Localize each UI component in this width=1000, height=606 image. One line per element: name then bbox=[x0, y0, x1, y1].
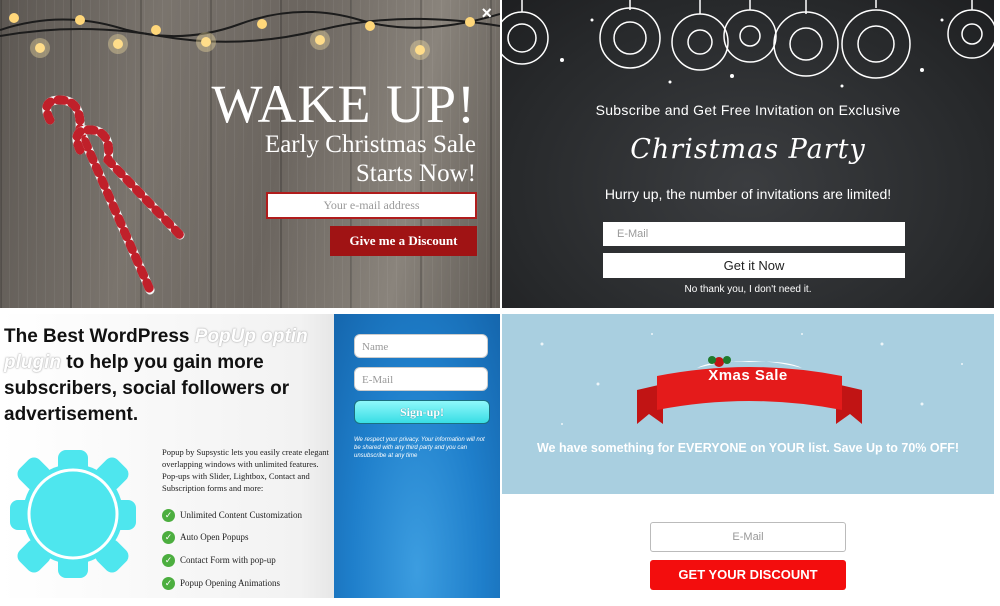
candy-cane-decoration bbox=[42, 95, 185, 295]
email-field[interactable]: E-Mail bbox=[603, 222, 905, 246]
signup-button[interactable]: Sign-up! bbox=[354, 400, 490, 424]
name-field[interactable]: Name bbox=[354, 334, 488, 358]
party-headline: Christmas Party bbox=[630, 134, 866, 165]
popup-supsystic: The Best WordPress PopUp optin plugin to… bbox=[0, 314, 500, 598]
invite-line: Subscribe and Get Free Invitation on Exc… bbox=[595, 102, 901, 118]
ornaments-decoration bbox=[502, 0, 994, 88]
feature-label: Auto Open Popups bbox=[180, 532, 249, 542]
feature-label: Contact Form with pop-up bbox=[180, 555, 276, 565]
feature-item: ✓ Auto Open Popups bbox=[162, 530, 249, 545]
feature-label: Unlimited Content Customization bbox=[180, 510, 302, 520]
signup-sidebar: Name E-Mail Sign-up! We respect your pri… bbox=[334, 314, 500, 598]
check-icon: ✓ bbox=[162, 509, 175, 523]
email-field[interactable]: E-Mail bbox=[354, 367, 488, 391]
gear-icon bbox=[10, 450, 136, 578]
string-lights-decoration bbox=[0, 10, 500, 60]
get-it-now-button[interactable]: Get it Now bbox=[603, 253, 905, 278]
heading-text: The Best WordPress bbox=[4, 326, 195, 347]
popup-wake-up: × WAKE UP! Early Christmas Sale Starts N… bbox=[0, 0, 500, 308]
sale-message: We have something for EVERYONE on YOUR l… bbox=[536, 441, 960, 455]
ribbon-banner bbox=[637, 356, 862, 424]
email-field[interactable]: Your e-mail address bbox=[266, 192, 477, 219]
popup-banner: Xmas Sale We have something for EVERYONE… bbox=[502, 314, 994, 494]
feature-item: ✓ Popup Opening Animations bbox=[162, 576, 281, 591]
check-icon: ✓ bbox=[162, 531, 175, 545]
discount-button[interactable]: Give me a Discount bbox=[330, 226, 477, 256]
check-icon: ✓ bbox=[162, 554, 175, 568]
limited-line: Hurry up, the number of invitations are … bbox=[604, 186, 892, 202]
email-field[interactable]: E-Mail bbox=[650, 522, 846, 552]
popup-heading: The Best WordPress PopUp optin plugin to… bbox=[4, 324, 324, 428]
popup-christmas-party: Subscribe and Get Free Invitation on Exc… bbox=[502, 0, 994, 308]
feature-item: ✓ Unlimited Content Customization bbox=[162, 508, 302, 523]
popup-description: Popup by Supsystic lets you easily creat… bbox=[162, 447, 329, 493]
feature-item: ✓ Contact Form with pop-up bbox=[162, 553, 276, 568]
popup-subtitle: Early Christmas Sale Starts Now! bbox=[264, 131, 476, 187]
decline-link[interactable]: No thank you, I don't need it. bbox=[502, 284, 994, 295]
ribbon-label: Xmas Sale bbox=[708, 367, 788, 384]
popup-xmas-sale: Xmas Sale We have something for EVERYONE… bbox=[502, 314, 994, 598]
popup-title: WAKE UP! bbox=[211, 74, 476, 134]
get-discount-button[interactable]: GET YOUR DISCOUNT bbox=[650, 560, 846, 590]
check-icon: ✓ bbox=[162, 577, 175, 591]
close-icon[interactable]: × bbox=[481, 3, 492, 23]
privacy-note: We respect your privacy. Your informatio… bbox=[354, 437, 485, 459]
feature-label: Popup Opening Animations bbox=[180, 578, 281, 588]
